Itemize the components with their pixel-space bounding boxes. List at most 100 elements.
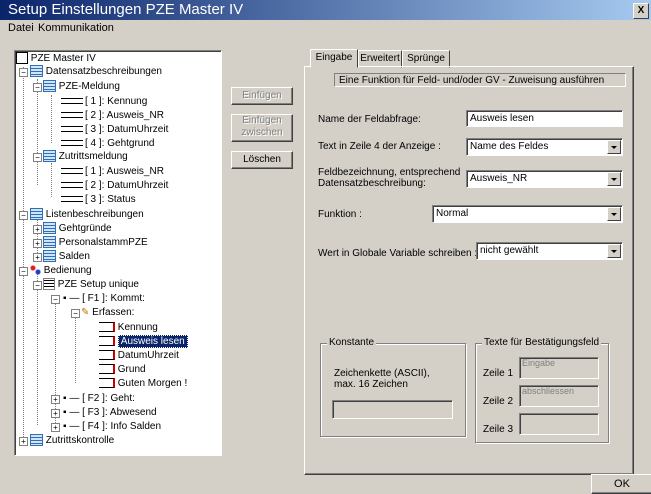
pen-icon: ✎ bbox=[81, 307, 90, 318]
gv-select[interactable]: nicht gewählt bbox=[476, 242, 623, 260]
konstante-title: Konstante bbox=[327, 337, 377, 348]
expand-toggle[interactable]: + bbox=[51, 409, 60, 418]
field-edit-icon bbox=[99, 364, 115, 375]
konstante-desc-2: max. 16 Zeichen bbox=[334, 379, 408, 390]
key-icon: ▪ — bbox=[63, 293, 83, 304]
tree-item-guten-morgen[interactable]: Guten Morgen ! bbox=[99, 377, 187, 390]
collapse-toggle[interactable]: − bbox=[33, 281, 42, 290]
tree-node-f2[interactable]: ▪ — [ F2 ]: Geht: bbox=[63, 392, 135, 405]
tree-node-erfassen[interactable]: ✎ Erfassen: bbox=[81, 306, 134, 319]
tree-field-kennung[interactable]: [ 1 ]: Kennung bbox=[61, 95, 147, 108]
tree-node-bedienung[interactable]: Bedienung bbox=[30, 264, 92, 277]
konstante-desc-1: Zeichenkette (ASCII), bbox=[334, 368, 430, 379]
funktion-select[interactable]: Normal bbox=[432, 205, 623, 223]
tree-item-ausweis-lesen[interactable]: Ausweis lesen bbox=[99, 335, 188, 348]
select-value: Ausweis_NR bbox=[470, 173, 528, 184]
konstante-field[interactable] bbox=[332, 400, 453, 419]
collapse-toggle[interactable]: − bbox=[19, 68, 28, 77]
expand-toggle[interactable]: + bbox=[33, 239, 42, 248]
chevron-down-icon[interactable] bbox=[607, 172, 621, 186]
tree-list-salden[interactable]: Salden bbox=[43, 250, 90, 263]
expand-toggle[interactable]: + bbox=[51, 423, 60, 432]
tree-node-f3[interactable]: ▪ — [ F3 ]: Abwesend bbox=[63, 406, 157, 419]
tree-field-label: [ 2 ]: Ausweis_NR bbox=[85, 110, 164, 121]
tree-node-label: Listenbeschreibungen bbox=[45, 209, 144, 220]
einfuegen-button[interactable]: Einfügen bbox=[231, 87, 293, 105]
field-edit-icon bbox=[99, 378, 115, 389]
tree-node-label: [ F3 ]: Abwesend bbox=[82, 407, 157, 418]
tree-node-zutrittskontrolle[interactable]: Zutrittskontrolle bbox=[30, 434, 114, 447]
tree-node-f1[interactable]: ▪ — [ F1 ]: Kommt: bbox=[63, 292, 145, 305]
tree-root[interactable]: PZE Master IV bbox=[16, 52, 96, 65]
feldbezeichnung-select[interactable]: Ausweis_NR bbox=[466, 170, 623, 188]
tree-field-gehtgrund[interactable]: [ 4 ]: Gehtgrund bbox=[61, 137, 155, 150]
list-icon bbox=[43, 278, 55, 291]
tree-field-ausweis[interactable]: [ 2 ]: Ausweis_NR bbox=[61, 109, 164, 122]
loeschen-button[interactable]: Löschen bbox=[231, 151, 293, 169]
chevron-down-icon[interactable] bbox=[607, 244, 621, 258]
einfuegen-zwischen-button[interactable]: Einfügen zwischen bbox=[231, 114, 293, 142]
expand-toggle[interactable]: + bbox=[51, 395, 60, 404]
tree-node-zutritt[interactable]: Zutrittsmeldung bbox=[43, 150, 128, 163]
chevron-down-icon[interactable] bbox=[607, 207, 621, 221]
tree-item-label-selected: Ausweis lesen bbox=[117, 335, 188, 348]
close-button[interactable]: X bbox=[633, 3, 649, 19]
zeile3-label: Zeile 3 bbox=[483, 424, 514, 435]
name-field[interactable]: Ausweis lesen bbox=[466, 110, 623, 127]
tree-field-ausweis2[interactable]: [ 1 ]: Ausweis_NR bbox=[61, 165, 164, 178]
table-group-icon bbox=[30, 65, 43, 78]
field-icon bbox=[61, 196, 83, 203]
expand-toggle[interactable]: + bbox=[33, 225, 42, 234]
ok-button[interactable]: OK bbox=[591, 474, 651, 494]
menu-datei[interactable]: Datei bbox=[8, 22, 34, 34]
tab-eingabe[interactable]: Eingabe bbox=[310, 49, 358, 68]
collapse-toggle[interactable]: − bbox=[19, 211, 28, 220]
tree-field-datum2[interactable]: [ 2 ]: DatumUhrzeit bbox=[61, 179, 168, 192]
collapse-toggle[interactable]: − bbox=[51, 295, 60, 304]
tree-list-personalstamm[interactable]: PersonalstammPZE bbox=[43, 236, 148, 249]
tree-node-label: Salden bbox=[58, 251, 90, 262]
menu-bar: Datei Kommunikation bbox=[0, 20, 651, 38]
zeile3-field[interactable] bbox=[519, 413, 599, 435]
collapse-toggle[interactable]: − bbox=[33, 83, 42, 92]
field-edit-icon bbox=[99, 322, 115, 333]
chevron-down-icon[interactable] bbox=[607, 140, 621, 154]
list-group-icon bbox=[30, 208, 43, 221]
tree-node-label: PZE-Meldung bbox=[58, 81, 120, 92]
collapse-toggle[interactable]: − bbox=[19, 267, 28, 276]
tree-node-setup[interactable]: PZE Setup unique bbox=[43, 278, 139, 291]
tree-node-label: [ F2 ]: Geht: bbox=[82, 393, 135, 404]
tree-item-kennung[interactable]: Kennung bbox=[99, 321, 158, 334]
tree-list-gehtgruende[interactable]: Gehtgründe bbox=[43, 222, 112, 235]
tree-field-status[interactable]: [ 3 ]: Status bbox=[61, 193, 136, 206]
tree-item-grund[interactable]: Grund bbox=[99, 363, 146, 376]
tree-field-datum[interactable]: [ 3 ]: DatumUhrzeit bbox=[61, 123, 168, 136]
tree-node-f4[interactable]: ▪ — [ F4 ]: Info Salden bbox=[63, 420, 161, 433]
zeile1-field[interactable]: Eingabe bbox=[519, 357, 599, 379]
expand-toggle[interactable]: + bbox=[19, 437, 28, 446]
menu-kommunikation[interactable]: Kommunikation bbox=[38, 22, 114, 34]
text-zeile4-label: Text in Zeile 4 der Anzeige : bbox=[318, 141, 441, 152]
zeile2-field[interactable]: abschliessen bbox=[519, 385, 599, 407]
tree-field-label: [ 3 ]: DatumUhrzeit bbox=[85, 124, 169, 135]
text-zeile4-select[interactable]: Name des Feldes bbox=[466, 138, 623, 156]
collapse-toggle[interactable]: − bbox=[33, 153, 42, 162]
expand-toggle[interactable]: + bbox=[33, 253, 42, 262]
zeile2-label: Zeile 2 bbox=[483, 396, 514, 407]
table-icon bbox=[43, 80, 56, 93]
tree-node-datensatz[interactable]: Datensatzbeschreibungen bbox=[30, 65, 162, 78]
setup-tree[interactable]: PZE Master IV − Datensatzbeschreibungen … bbox=[14, 50, 222, 456]
field-icon bbox=[61, 182, 83, 189]
tree-node-pze-meldung[interactable]: PZE-Meldung bbox=[43, 80, 120, 93]
field-icon bbox=[61, 126, 83, 133]
window-title: Setup Einstellungen PZE Master IV bbox=[8, 1, 244, 18]
tree-item-datum[interactable]: DatumUhrzeit bbox=[99, 349, 179, 362]
key-icon: ▪ — bbox=[63, 421, 83, 432]
collapse-toggle[interactable]: − bbox=[71, 309, 80, 318]
tree-node-label: Erfassen: bbox=[92, 307, 135, 318]
select-value: Name des Feldes bbox=[470, 141, 549, 152]
tree-item-label: Guten Morgen ! bbox=[117, 378, 188, 389]
tree-node-listen[interactable]: Listenbeschreibungen bbox=[30, 208, 144, 221]
field-edit-icon bbox=[99, 336, 115, 347]
tree-node-label: Zutrittsmeldung bbox=[58, 151, 128, 162]
